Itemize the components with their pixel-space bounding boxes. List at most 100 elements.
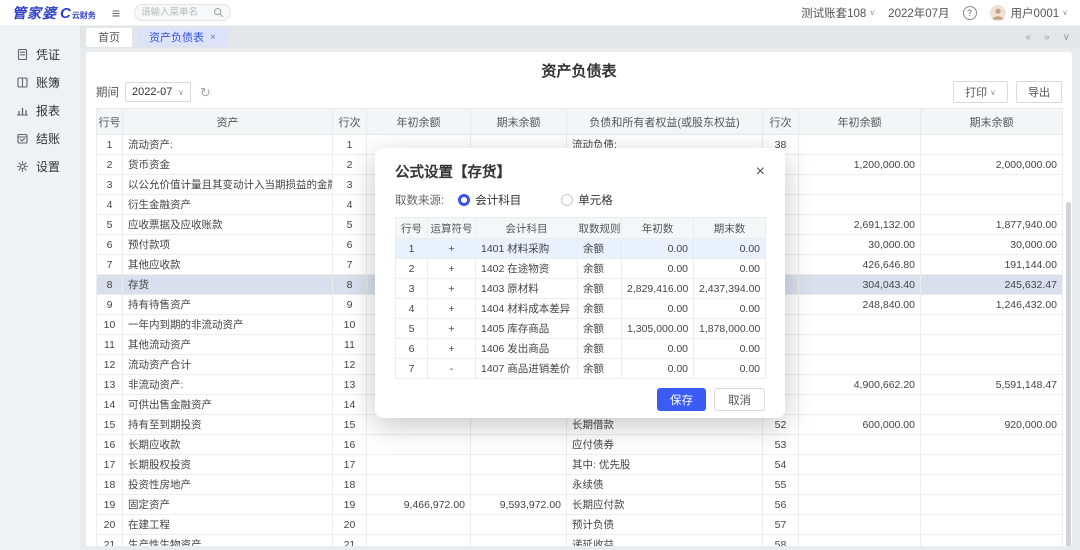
subject-cell: 1404 材料成本差异 <box>476 299 578 319</box>
sidebar-item-ledger[interactable]: 账簿 <box>0 68 80 96</box>
current-period-label: 2022年07月 <box>888 5 949 21</box>
row-number-cell: 19 <box>97 495 123 515</box>
formula-row[interactable]: 3+1403 原材料余额2,829,416.002,437,394.00 <box>396 279 766 299</box>
period-value: 2022-07 <box>132 86 172 98</box>
refresh-icon[interactable]: ↻ <box>200 86 211 99</box>
radio-label: 单元格 <box>578 192 613 208</box>
liability-name-cell: 应付债券 <box>567 435 763 455</box>
radio-cell[interactable]: 单元格 <box>561 192 613 208</box>
scroll-tabs-left-icon[interactable]: « <box>1026 32 1032 43</box>
formula-row[interactable]: 5+1405 库存商品余额1,305,000.001,878,000.00 <box>396 319 766 339</box>
balance-row[interactable]: 17长期股权投资17其中: 优先股54 <box>97 455 1063 475</box>
liability-end-balance-cell: 191,144.00 <box>921 255 1063 275</box>
asset-begin-balance-cell <box>367 475 471 495</box>
begin-amount-cell: 0.00 <box>622 359 694 379</box>
row-number-cell: 3 <box>396 279 428 299</box>
formula-row[interactable]: 4+1404 材料成本差异余额0.000.00 <box>396 299 766 319</box>
balance-row[interactable]: 16长期应收款16应付债券53 <box>97 435 1063 455</box>
liability-line-cell: 57 <box>763 515 799 535</box>
row-number-cell: 14 <box>97 395 123 415</box>
liability-begin-balance-cell: 4,900,662.20 <box>799 375 921 395</box>
balance-row[interactable]: 20在建工程20预计负债57 <box>97 515 1063 535</box>
col-assets: 资产 <box>123 109 333 135</box>
user-menu[interactable]: 用户0001 ∨ <box>990 5 1068 21</box>
chevron-down-icon: ∨ <box>1062 8 1068 17</box>
save-button[interactable]: 保存 <box>657 388 706 411</box>
closing-calendar-icon <box>16 132 29 145</box>
sidebar-item-settings[interactable]: 设置 <box>0 152 80 180</box>
row-number-cell: 9 <box>97 295 123 315</box>
account-set-dropdown[interactable]: 测试账套108 ∨ <box>801 5 875 21</box>
sidebar-item-closing[interactable]: 结账 <box>0 124 80 152</box>
asset-line-cell: 10 <box>333 315 367 335</box>
sidebar-item-reports[interactable]: 报表 <box>0 96 80 124</box>
asset-name-cell: 预付款项 <box>123 235 333 255</box>
liability-end-balance-cell: 920,000.00 <box>921 415 1063 435</box>
liability-begin-balance-cell: 304,043.40 <box>799 275 921 295</box>
liability-begin-balance-cell <box>799 355 921 375</box>
asset-begin-balance-cell <box>367 455 471 475</box>
liability-end-balance-cell <box>921 515 1063 535</box>
hamburger-menu-icon[interactable]: ≡ <box>112 5 120 21</box>
row-number-cell: 2 <box>97 155 123 175</box>
liability-line-cell: 53 <box>763 435 799 455</box>
logo-c-mark: C <box>60 5 71 22</box>
formula-row[interactable]: 2+1402 在途物资余额0.000.00 <box>396 259 766 279</box>
rule-cell: 余额 <box>578 339 622 359</box>
asset-name-cell: 固定资产 <box>123 495 333 515</box>
sidebar-item-voucher[interactable]: 凭证 <box>0 40 80 68</box>
row-number-cell: 1 <box>396 239 428 259</box>
tab-label: 资产负债表 <box>149 29 204 45</box>
asset-name-cell: 生产性生物资产 <box>123 535 333 547</box>
menu-search-box[interactable] <box>134 4 231 21</box>
tabs-dropdown-icon[interactable]: ∨ <box>1063 32 1070 43</box>
gear-icon <box>16 160 29 173</box>
asset-end-balance-cell <box>471 475 567 495</box>
asset-begin-balance-cell <box>367 515 471 535</box>
liability-begin-balance-cell <box>799 495 921 515</box>
sidebar-item-label: 报表 <box>36 102 60 119</box>
help-icon[interactable]: ? <box>963 6 977 20</box>
liability-name-cell: 永续债 <box>567 475 763 495</box>
col-liability-begin-balance: 年初余额 <box>799 109 921 135</box>
period-select[interactable]: 2022-07 ∨ <box>125 82 191 102</box>
begin-amount-cell: 0.00 <box>622 339 694 359</box>
rule-cell: 余额 <box>578 319 622 339</box>
col-begin-amount: 年初数 <box>622 218 694 239</box>
scroll-tabs-right-icon[interactable]: » <box>1044 32 1050 43</box>
export-button[interactable]: 导出 <box>1016 81 1062 103</box>
search-input[interactable] <box>141 7 213 18</box>
table-header-row: 行号 资产 行次 年初余额 期末余额 负债和所有者权益(或股东权益) 行次 年初… <box>97 109 1063 135</box>
balance-row[interactable]: 19固定资产199,466,972.009,593,972.00长期应付款56 <box>97 495 1063 515</box>
liability-line-cell: 54 <box>763 455 799 475</box>
asset-name-cell: 在建工程 <box>123 515 333 535</box>
asset-name-cell: 应收票据及应收账款 <box>123 215 333 235</box>
vertical-scrollbar[interactable] <box>1066 202 1071 546</box>
print-button[interactable]: 打印 ∨ <box>953 81 1008 103</box>
subject-cell: 1407 商品进销差价 <box>476 359 578 379</box>
tab-balance-sheet[interactable]: 资产负债表 × <box>137 28 228 47</box>
begin-amount-cell: 1,305,000.00 <box>622 319 694 339</box>
formula-table-body: 1+1401 材料采购余额0.000.002+1402 在途物资余额0.000.… <box>396 239 766 379</box>
asset-line-cell: 15 <box>333 415 367 435</box>
formula-row[interactable]: 1+1401 材料采购余额0.000.00 <box>396 239 766 259</box>
tab-home[interactable]: 首页 <box>86 28 132 47</box>
col-end-amount: 期末数 <box>694 218 766 239</box>
data-source-row: 取数来源: 会计科目 单元格 <box>395 192 765 208</box>
formula-row[interactable]: 6+1406 发出商品余额0.000.00 <box>396 339 766 359</box>
formula-row[interactable]: 7-1407 商品进销差价余额0.000.00 <box>396 359 766 379</box>
asset-name-cell: 存货 <box>123 275 333 295</box>
balance-row[interactable]: 21生产性生物资产21递延收益58 <box>97 535 1063 547</box>
asset-line-cell: 7 <box>333 255 367 275</box>
close-icon[interactable]: × <box>756 164 765 180</box>
begin-amount-cell: 0.00 <box>622 239 694 259</box>
cancel-button[interactable]: 取消 <box>714 388 765 411</box>
asset-line-cell: 9 <box>333 295 367 315</box>
top-header-bar: 管家婆 C 云财务 ≡ 测试账套108 ∨ 2022年07月 ? 用户0001 … <box>0 0 1080 26</box>
close-icon[interactable]: × <box>210 32 216 43</box>
radio-accounting-subject[interactable]: 会计科目 <box>458 192 521 208</box>
col-subject: 会计科目 <box>476 218 578 239</box>
asset-name-cell: 长期股权投资 <box>123 455 333 475</box>
liability-begin-balance-cell: 600,000.00 <box>799 415 921 435</box>
balance-row[interactable]: 18投资性房地产18永续债55 <box>97 475 1063 495</box>
